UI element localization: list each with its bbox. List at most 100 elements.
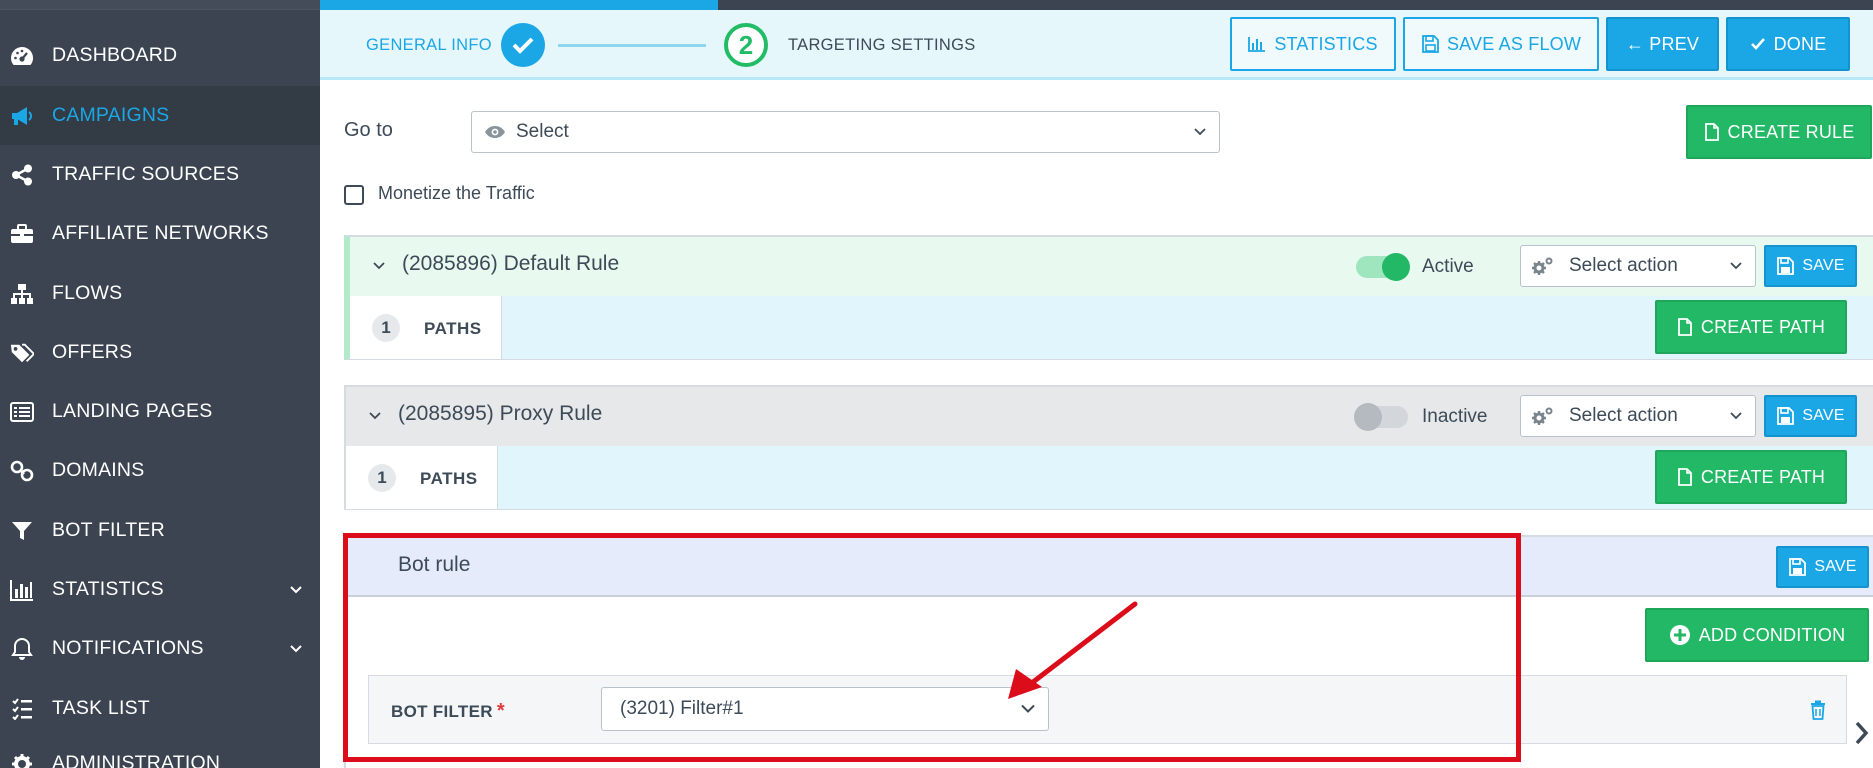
sidebar-item-traffic-sources[interactable]: TRAFFIC SOURCES (0, 145, 320, 204)
save-as-flow-button[interactable]: SAVE AS FLOW (1403, 17, 1599, 71)
proxy-rule-save-button[interactable]: SAVE (1764, 395, 1857, 437)
bot-rule-save-button[interactable]: SAVE (1776, 546, 1869, 588)
proxy-rule-toggle[interactable] (1354, 403, 1408, 431)
bot-filter-label-text: BOT FILTER (391, 702, 493, 721)
create-path-button-label: CREATE PATH (1700, 466, 1826, 487)
paths-label: PATHS (424, 319, 482, 338)
trash-icon[interactable] (1810, 700, 1826, 720)
default-rule-card: (2085896) Default Rule Active Select act… (344, 235, 1873, 360)
default-rule-header[interactable]: (2085896) Default Rule Active Select act… (350, 237, 1873, 296)
bot-filter-select-value: (3201) Filter#1 (620, 698, 744, 719)
done-button[interactable]: DONE (1726, 17, 1850, 71)
filter-icon (10, 519, 34, 543)
bot-filter-label: BOT FILTER * (391, 700, 505, 723)
monetize-checkbox[interactable] (344, 185, 364, 205)
file-icon (1677, 318, 1692, 336)
goto-select-value: Select (516, 121, 569, 142)
sidebar-item-flows[interactable]: FLOWS (0, 264, 320, 323)
sidebar-item-label: TASK LIST (52, 697, 150, 719)
save-button-label: SAVE (1802, 407, 1845, 424)
chevron-down-icon[interactable] (368, 411, 382, 421)
prev-button[interactable]: ← PREV (1606, 17, 1719, 71)
sidebar-item-label: OFFERS (52, 341, 133, 363)
default-rule-toggle[interactable] (1356, 253, 1410, 281)
paths-count-badge: 1 (372, 314, 400, 342)
sidebar-item-offers[interactable]: OFFERS (0, 323, 320, 382)
gear-icon (10, 752, 34, 768)
proxy-rule-paths-row: 1 PATHS CREATE PATH (346, 446, 1873, 509)
create-rule-button[interactable]: CREATE RULE (1686, 105, 1872, 159)
create-path-button-label: CREATE PATH (1700, 316, 1826, 337)
proxy-rule-paths-tab[interactable]: 1 PATHS (346, 446, 498, 509)
sidebar-top-edge (0, 0, 320, 10)
default-rule-save-button[interactable]: SAVE (1764, 245, 1857, 287)
add-condition-button-label: ADD CONDITION (1698, 624, 1846, 645)
proxy-rule-header[interactable]: (2085895) Proxy Rule Inactive Select act… (346, 387, 1873, 446)
sidebar: DASHBOARD CAMPAIGNS TRAFFIC SOURCES AFFI… (0, 0, 320, 768)
sidebar-item-campaigns[interactable]: CAMPAIGNS (0, 86, 320, 145)
sidebar-item-task-list[interactable]: TASK LIST (0, 679, 320, 738)
list-alt-icon (10, 400, 34, 424)
monetize-label: Monetize the Traffic (378, 183, 535, 203)
default-rule-create-path-button[interactable]: CREATE PATH (1655, 300, 1847, 354)
proxy-rule-title: (2085895) Proxy Rule (398, 402, 603, 425)
wizard-step-targeting-settings[interactable]: TARGETING SETTINGS (788, 36, 976, 55)
gears-icon (1532, 407, 1553, 425)
proxy-rule-action-select[interactable]: Select action (1520, 395, 1756, 437)
add-condition-button[interactable]: ADD CONDITION (1645, 608, 1869, 662)
check-icon (501, 23, 545, 67)
sidebar-item-administration[interactable]: ADMINISTRATION (0, 738, 320, 768)
sidebar-item-landing-pages[interactable]: LANDING PAGES (0, 382, 320, 441)
paths-label: PATHS (420, 469, 478, 488)
sidebar-item-label: DOMAINS (52, 459, 145, 481)
wizard-progress-bar (320, 0, 718, 10)
chevron-down-icon (1730, 412, 1742, 420)
statistics-button[interactable]: STATISTICS (1230, 17, 1396, 71)
sitemap-icon (10, 282, 34, 306)
chevron-down-icon (1730, 262, 1742, 270)
sidebar-item-notifications[interactable]: NOTIFICATIONS (0, 619, 320, 678)
dashboard-gauge-icon (10, 44, 34, 68)
toggle-knob (1354, 403, 1382, 431)
tasks-icon (10, 697, 34, 721)
proxy-rule-create-path-button[interactable]: CREATE PATH (1655, 450, 1847, 504)
sidebar-item-label: NOTIFICATIONS (52, 637, 204, 659)
bot-filter-select[interactable]: (3201) Filter#1 (601, 687, 1049, 731)
chevron-down-icon[interactable] (372, 261, 386, 271)
wizard-step-connector (558, 44, 706, 47)
save-button-label: SAVE (1802, 257, 1845, 274)
link-icon (10, 459, 34, 483)
sidebar-item-affiliate-networks[interactable]: AFFILIATE NETWORKS (0, 204, 320, 263)
sidebar-item-dashboard[interactable]: DASHBOARD (0, 26, 320, 85)
floppy-disk-icon (1422, 35, 1439, 53)
annotation-arrow-icon (1008, 601, 1138, 699)
sidebar-item-statistics[interactable]: STATISTICS (0, 560, 320, 619)
bar-chart-icon (1248, 37, 1266, 52)
floppy-disk-icon (1777, 407, 1795, 425)
chevron-down-icon (288, 580, 304, 596)
sidebar-item-bot-filter[interactable]: BOT FILTER (0, 501, 320, 560)
wizard-step-general-info[interactable]: GENERAL INFO (366, 36, 492, 55)
briefcase-icon (10, 222, 34, 246)
chevron-down-icon (1194, 128, 1206, 136)
bell-icon (10, 637, 34, 661)
sidebar-item-label: DASHBOARD (52, 44, 178, 66)
chevron-down-icon (1021, 704, 1035, 713)
sidebar-item-label: BOT FILTER (52, 519, 165, 541)
sidebar-item-label: AFFILIATE NETWORKS (52, 222, 269, 244)
default-rule-paths-row: 1 PATHS CREATE PATH (350, 296, 1873, 359)
chevron-down-icon (288, 639, 304, 655)
sidebar-item-label: FLOWS (52, 282, 123, 304)
wizard-header: GENERAL INFO 2 TARGETING SETTINGS STATIS… (320, 10, 1873, 80)
floppy-disk-icon (1789, 558, 1807, 576)
default-rule-action-select[interactable]: Select action (1520, 245, 1756, 287)
plus-circle-icon (1669, 625, 1690, 645)
goto-select[interactable]: Select (471, 111, 1220, 153)
tags-icon (10, 341, 34, 365)
default-rule-paths-tab[interactable]: 1 PATHS (350, 296, 502, 359)
proxy-rule-action-value: Select action (1569, 405, 1678, 426)
sidebar-item-label: STATISTICS (52, 578, 164, 600)
chevron-right-icon[interactable] (1854, 720, 1870, 746)
statistics-button-label: STATISTICS (1274, 33, 1378, 54)
sidebar-item-domains[interactable]: DOMAINS (0, 441, 320, 500)
